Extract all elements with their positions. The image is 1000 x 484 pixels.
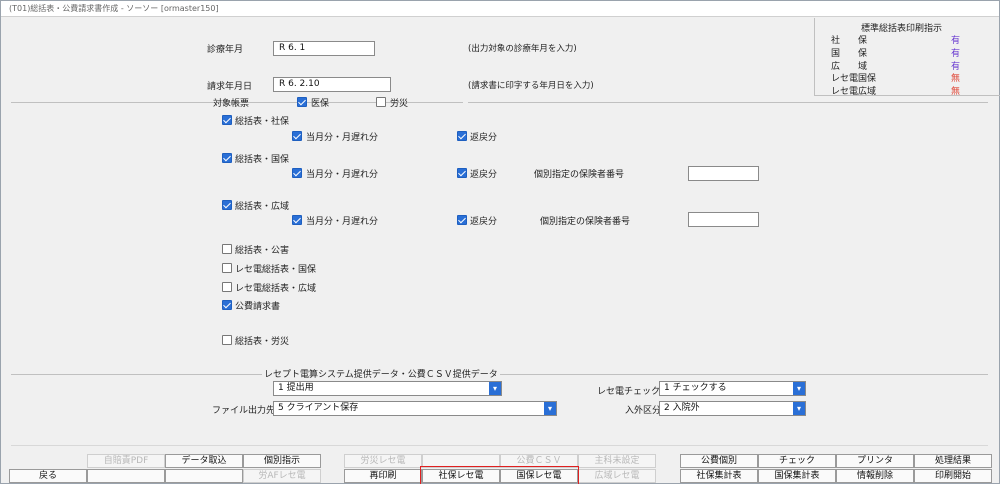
koiki-insurer-label: 個別指定の保険者番号 [540,217,631,227]
rece-kokuho-label: レセ電総括表・国保 [235,265,317,275]
rece-check-label: レセ電チェック [597,387,661,397]
rosai-checkbox[interactable] [376,97,386,107]
koiki-return-checkbox[interactable] [457,215,467,225]
af-rece-button[interactable]: 労AFレセ電 [243,469,321,483]
legend-row-label: 社 保 [831,36,868,46]
file-dest-label: ファイル出力先 [212,406,276,416]
kokuho-summary-button[interactable]: 国保集計表 [758,469,836,483]
shaho-label: 総括表・社保 [235,117,290,127]
result-button[interactable]: 処理結果 [914,454,992,468]
rosai-summary-checkbox[interactable] [222,335,232,345]
rece-koiki-label: レセ電総括表・広域 [235,284,317,294]
shaho-current-label: 当月分・月遅れ分 [306,133,379,143]
print-start-button[interactable]: 印刷開始 [914,469,992,483]
seikyu-hint: (請求書に印字する年月日を入力) [468,81,594,91]
shaho-return-checkbox[interactable] [457,131,467,141]
legend-row-label: 国 保 [831,49,868,59]
target-label: 対象帳票 [213,99,250,109]
legend-row-value: 有 [951,36,961,46]
legend-row-value: 無 [951,87,961,97]
shaho-checkbox[interactable] [222,115,232,125]
koiki-label: 総括表・広域 [235,202,290,212]
kogai-checkbox[interactable] [222,244,232,254]
kokuho-return-label: 返戻分 [470,170,498,180]
shaho-current-checkbox[interactable] [292,131,302,141]
delete-info-button[interactable]: 情報削除 [836,469,914,483]
seikyu-input[interactable]: R 6. 2.10 [273,77,391,92]
shinryo-hint: (出力対象の診療年月を入力) [468,44,577,54]
legend-row-value: 有 [951,49,961,59]
rece-kokuho-checkbox[interactable] [222,263,232,273]
printer-button[interactable]: プリンタ [836,454,914,468]
provide-select[interactable]: 1 提出用 ▾ [273,381,502,396]
kokuho-insurer-input[interactable] [688,166,759,181]
file-dest-select-value: 5 クライアント保存 [278,403,359,413]
rosai-label: 労災 [390,99,409,109]
koiki-return-label: 返戻分 [470,217,498,227]
koiki-checkbox[interactable] [222,200,232,210]
koiki-insurer-input[interactable] [688,212,759,227]
chevron-down-icon[interactable]: ▾ [793,382,805,395]
kokuho-return-checkbox[interactable] [457,168,467,178]
shinryo-input[interactable]: R 6. 1 [273,41,375,56]
main-window: (T01)総括表・公費請求書作成 - ソーソー [ormaster150] 診療… [0,0,1000,484]
shaho-return-label: 返戻分 [470,133,498,143]
legend-row-label: レセ電広域 [831,87,877,97]
back-button[interactable]: 戻る [9,469,87,483]
inout-label: 入外区分 [625,406,662,416]
rece-check-select-value: 1 チェックする [664,383,727,393]
jibai-pdf-button[interactable]: 自賠責PDF [87,454,165,468]
kohi-checkbox[interactable] [222,300,232,310]
kokuho-label: 総括表・国保 [235,155,290,165]
rece-koiki-checkbox[interactable] [222,282,232,292]
reprint-button[interactable]: 再印刷 [344,469,422,483]
individual-button[interactable]: 個別指示 [243,454,321,468]
koiki-current-label: 当月分・月遅れ分 [306,217,379,227]
check-button[interactable]: チェック [758,454,836,468]
legend-row-value: 無 [951,74,961,84]
kokuho-current-checkbox[interactable] [292,168,302,178]
chevron-down-icon[interactable]: ▾ [793,402,805,415]
chevron-down-icon[interactable]: ▾ [544,402,556,415]
divider [11,445,988,446]
rece-check-select[interactable]: 1 チェックする ▾ [659,381,806,396]
shinryo-label: 診療年月 [207,45,244,55]
seikyu-label: 請求年月日 [207,82,253,92]
blank-button[interactable] [165,469,243,483]
shaho-summary-button[interactable]: 社保集計表 [680,469,758,483]
koiki-rece-button[interactable]: 広域レセ電 [578,469,656,483]
kohi-label: 公費請求書 [235,302,281,312]
koiki-current-checkbox[interactable] [292,215,302,225]
export-section-label: レセプト電算システム提供データ・公費ＣＳＶ提供データ [262,367,500,380]
rosai-summary-label: 総括表・労災 [235,337,290,347]
chevron-down-icon[interactable]: ▾ [489,382,501,395]
kokuho-checkbox[interactable] [222,153,232,163]
blank-button[interactable] [87,469,165,483]
highlight-frame [420,466,579,484]
file-dest-select[interactable]: 5 クライアント保存 ▾ [273,401,557,416]
iho-checkbox[interactable] [297,97,307,107]
kogai-label: 総括表・公害 [235,246,290,256]
rosai-rece-button[interactable]: 労災レセ電 [344,454,422,468]
divider [468,102,988,103]
inout-select[interactable]: 2 入院外 ▾ [659,401,806,416]
kokuho-insurer-label: 個別指定の保険者番号 [534,170,625,180]
main-unset-button[interactable]: 主科未設定 [578,454,656,468]
inout-select-value: 2 入院外 [664,403,700,413]
provide-select-value: 1 提出用 [278,383,314,393]
window-title: (T01)総括表・公費請求書作成 - ソーソー [ormaster150] [1,1,999,17]
legend-row-label: レセ電国保 [831,74,877,84]
data-import-button[interactable]: データ取込 [165,454,243,468]
kokuho-current-label: 当月分・月遅れ分 [306,170,379,180]
iho-label: 医保 [311,99,330,109]
legend-title: 標準総括表印刷指示 [861,24,943,34]
kohi-individual-button[interactable]: 公費個別 [680,454,758,468]
